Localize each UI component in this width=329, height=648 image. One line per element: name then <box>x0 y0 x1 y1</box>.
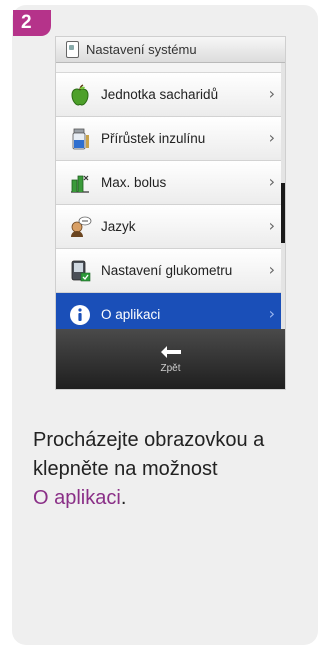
scrollbar[interactable] <box>281 63 285 329</box>
settings-menu: Jednotka sacharidů › Přírůstek inzulínu … <box>56 63 281 337</box>
screen-title: Nastavení systému <box>86 42 197 57</box>
instruction-text: Procházejte obrazovkou a klepněte na mož… <box>33 426 303 513</box>
menu-item-label: Přírůstek inzulínu <box>101 131 206 146</box>
back-label: Zpět <box>160 362 181 374</box>
chevron-right-icon: › <box>268 216 275 235</box>
menu-item-meter-settings[interactable]: Nastavení glukometru › <box>56 249 281 293</box>
menu-item-label: Jazyk <box>101 219 136 234</box>
back-button[interactable]: Zpět <box>56 329 285 389</box>
instruction-line: Procházejte obrazovkou a <box>33 429 265 451</box>
step-badge: 2 <box>13 10 51 36</box>
chevron-right-icon: › <box>268 128 275 147</box>
instruction-line: O aplikaci. <box>33 484 303 513</box>
list-item-partial <box>56 63 281 73</box>
language-person-icon <box>67 214 93 240</box>
back-arrow-icon <box>160 345 181 358</box>
about-link-text: O aplikaci <box>33 487 121 509</box>
chevron-right-icon: › <box>268 172 275 191</box>
menu-item-insulin-increment[interactable]: Přírůstek inzulínu › <box>56 117 281 161</box>
menu-item-label: Max. bolus <box>101 175 167 190</box>
menu-item-label: O aplikaci <box>101 307 161 322</box>
chevron-right-icon: › <box>268 84 275 103</box>
instruction-line: klepněte na možnost <box>33 458 218 480</box>
chevron-right-icon: › <box>268 304 275 323</box>
info-icon <box>67 302 93 328</box>
max-bolus-icon <box>67 170 93 196</box>
menu-item-language[interactable]: Jazyk › <box>56 205 281 249</box>
device-screen: Nastavení systému Jednotka sacharidů › P… <box>55 36 286 390</box>
title-bar: Nastavení systému <box>56 37 285 63</box>
menu-item-max-bolus[interactable]: Max. bolus › <box>56 161 281 205</box>
menu-item-label: Jednotka sacharidů <box>101 87 219 102</box>
chevron-right-icon: › <box>268 260 275 279</box>
system-settings-icon <box>66 41 79 58</box>
meter-settings-icon <box>67 258 93 284</box>
menu-item-carb-unit[interactable]: Jednotka sacharidů › <box>56 73 281 117</box>
menu-item-label: Nastavení glukometru <box>101 263 233 278</box>
apple-icon <box>67 82 93 108</box>
scroll-thumb[interactable] <box>281 183 285 243</box>
vial-icon <box>67 126 93 152</box>
instruction-suffix: . <box>120 487 127 509</box>
